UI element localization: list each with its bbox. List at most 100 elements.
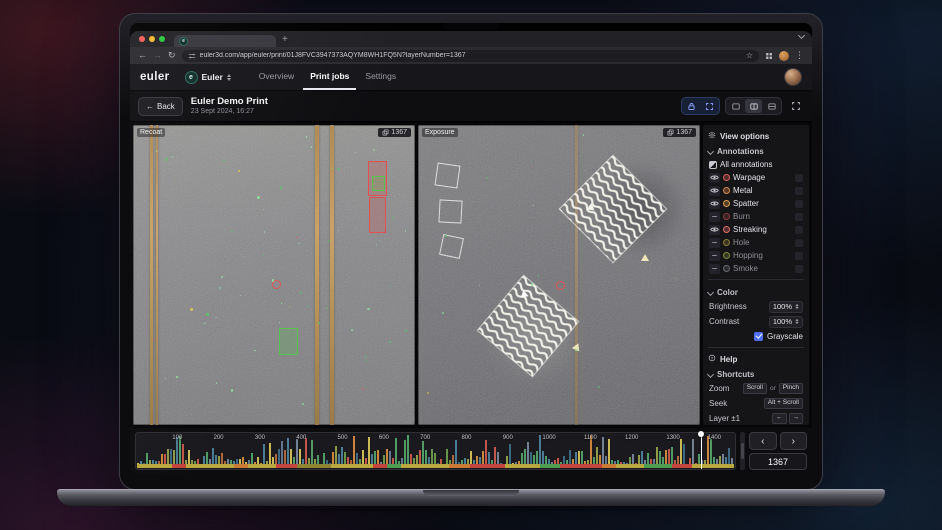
annotation-row-action[interactable] <box>795 174 803 182</box>
visibility-off-icon[interactable] <box>709 212 720 222</box>
speckle <box>337 168 340 171</box>
annotation-row-smoke[interactable]: Smoke <box>708 262 804 275</box>
annotation-row-action[interactable] <box>795 200 803 208</box>
visibility-on-icon[interactable] <box>709 225 720 235</box>
annotation-row-action[interactable] <box>795 226 803 234</box>
recoat-overlays <box>133 125 415 425</box>
speckle <box>351 329 353 331</box>
close-button[interactable] <box>139 36 145 42</box>
speckle <box>257 196 260 199</box>
stepper-icon[interactable] <box>795 319 798 325</box>
annotation-label: Spatter <box>733 199 792 208</box>
timeline-playhead[interactable] <box>701 433 702 469</box>
speckle <box>376 244 377 245</box>
all-annotations-icon <box>709 161 717 169</box>
annotation-row-hole[interactable]: Hole <box>708 236 804 249</box>
current-layer-display[interactable]: 1367 <box>749 453 807 470</box>
url-bar[interactable]: euler3d.com/app/euler/print/01J8FVC39473… <box>182 50 759 62</box>
annotation-color-dot <box>723 226 730 233</box>
annotation-row-streaking[interactable]: Streaking <box>708 223 804 236</box>
user-avatar[interactable] <box>784 68 802 86</box>
annotation-color-dot <box>723 265 730 272</box>
contrast-label: Contrast <box>709 317 739 326</box>
contrast-control: Contrast 100% <box>708 314 804 329</box>
shortcuts-section-header[interactable]: Shortcuts <box>708 368 804 381</box>
speckle <box>302 403 304 405</box>
annotations-section-header[interactable]: Annotations <box>708 145 804 158</box>
back-button[interactable]: ← Back <box>138 97 183 116</box>
tab-search-chevron-icon[interactable] <box>799 31 804 43</box>
annotation-row-action[interactable] <box>795 239 803 247</box>
lock-view-button[interactable] <box>683 99 700 113</box>
shortcut-row-layer-1: Layer ±1←→ <box>708 411 804 425</box>
new-tab-button[interactable]: + <box>282 35 288 47</box>
visibility-off-icon[interactable] <box>709 264 720 274</box>
speckle <box>231 389 234 392</box>
annotation-label: Hopping <box>733 251 792 260</box>
single-view-button[interactable] <box>727 99 744 113</box>
speckle <box>240 295 242 297</box>
extensions-icon[interactable] <box>765 52 773 60</box>
annotation-strip-segment <box>692 464 734 468</box>
nav-item-overview[interactable]: Overview <box>252 64 301 90</box>
visibility-on-icon[interactable] <box>709 186 720 196</box>
annotation-strip-segment <box>560 464 602 468</box>
visibility-off-icon[interactable] <box>709 238 720 248</box>
nav-item-print-jobs[interactable]: Print jobs <box>303 64 356 90</box>
annotation-rect <box>369 197 386 233</box>
annotation-list: WarpageMetal Spatter BurnStreakingHole Hopp… <box>708 171 804 275</box>
fullscreen-button[interactable] <box>787 98 804 114</box>
visibility-on-icon[interactable] <box>709 173 720 183</box>
visibility-on-icon[interactable] <box>709 199 720 209</box>
browser-menu-icon[interactable]: ⋮ <box>795 51 804 60</box>
speckle <box>390 286 391 287</box>
speckle <box>389 341 391 343</box>
layer-controls: ‹ › 1367 <box>749 432 807 470</box>
view-options-header: View options <box>708 129 804 143</box>
timeline-scrollbar[interactable] <box>740 432 745 470</box>
brightness-input[interactable]: 100% <box>769 301 803 313</box>
annotation-row-hopping[interactable]: Hopping <box>708 249 804 262</box>
annotation-row-action[interactable] <box>795 187 803 195</box>
annotation-row-warpage[interactable]: Warpage <box>708 171 804 184</box>
help-header[interactable]: ? Help <box>708 352 804 366</box>
site-info-icon[interactable] <box>188 52 196 60</box>
page-header: ← Back Euler Demo Print 23 Sept 2024, 16… <box>130 91 812 122</box>
annotation-row-action[interactable] <box>795 265 803 273</box>
reload-icon[interactable]: ↻ <box>168 51 176 60</box>
back-icon[interactable]: ← <box>138 51 147 60</box>
grayscale-row[interactable]: Grayscale <box>708 329 804 343</box>
grayscale-checkbox[interactable] <box>754 332 763 341</box>
stacked-view-button[interactable] <box>763 99 780 113</box>
back-arrow-icon: ← <box>146 102 154 111</box>
split-view-button[interactable] <box>745 99 762 113</box>
annotation-row-action[interactable] <box>795 252 803 260</box>
browser-tab[interactable]: e <box>174 35 276 47</box>
visibility-off-icon[interactable] <box>709 251 720 261</box>
zoom-button[interactable] <box>159 36 165 42</box>
exposure-panel[interactable]: Exposure 1367 <box>418 125 700 425</box>
fit-view-button[interactable] <box>701 99 718 113</box>
bookmark-star-icon[interactable]: ☆ <box>746 52 753 60</box>
contrast-input[interactable]: 100% <box>769 316 803 328</box>
forward-icon[interactable]: → <box>153 51 162 60</box>
annotation-row-metal[interactable]: Metal <box>708 184 804 197</box>
recoat-panel[interactable]: Recoat 1367 <box>133 125 415 425</box>
previous-layer-button[interactable]: ‹ <box>749 432 777 450</box>
annotation-row-burn[interactable]: Burn <box>708 210 804 223</box>
annotation-strip-segment <box>234 464 248 468</box>
speckle <box>163 170 164 171</box>
timeline-histogram[interactable]: 1002003004005006007008009001000110012001… <box>135 432 736 470</box>
workspace-selector[interactable]: e Euler <box>180 69 236 86</box>
speckle <box>405 330 407 332</box>
annotation-row-action[interactable] <box>795 213 803 221</box>
speckle <box>190 308 192 310</box>
minimize-button[interactable] <box>149 36 155 42</box>
browser-profile-avatar[interactable] <box>779 51 789 61</box>
stepper-icon[interactable] <box>795 304 798 310</box>
annotation-row-spatter[interactable]: Spatter <box>708 197 804 210</box>
next-layer-button[interactable]: › <box>780 432 808 450</box>
nav-item-settings[interactable]: Settings <box>358 64 403 90</box>
all-annotations-toggle[interactable]: All annotations <box>708 158 804 171</box>
color-section-header[interactable]: Color <box>708 286 804 299</box>
